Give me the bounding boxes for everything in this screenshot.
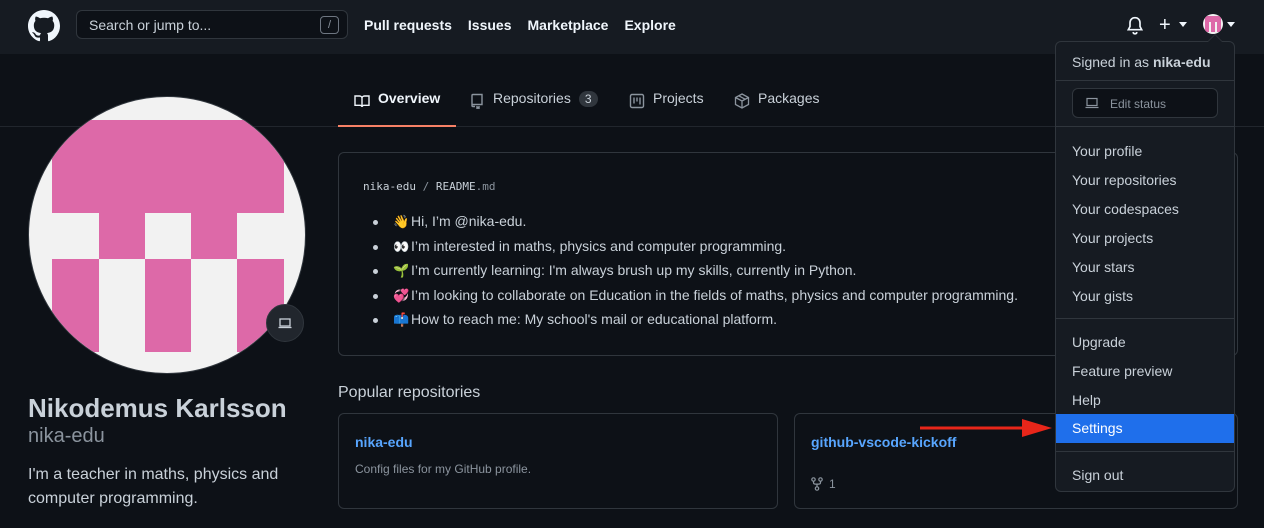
hearts-emoji-icon: 💞️ [393, 287, 410, 303]
list-item-text: I’m looking to collaborate on Education … [411, 286, 1018, 303]
eyes-emoji-icon: 👀 [393, 238, 410, 254]
search-placeholder: Search or jump to... [89, 17, 212, 33]
wave-emoji-icon: 👋 [393, 214, 410, 229]
search-input[interactable]: Search or jump to... / [76, 10, 348, 39]
laptop-icon [278, 318, 292, 329]
fork-count: 1 [829, 477, 836, 491]
seedling-emoji-icon: 🌱 [393, 263, 410, 278]
tab-overview[interactable]: Overview [337, 90, 457, 127]
signed-in-as: Signed in as nika-edu [1072, 54, 1211, 70]
repo-description: Config files for my GitHub profile. [355, 462, 532, 476]
repo-forks[interactable]: 1 [811, 477, 836, 491]
menu-item-your-stars[interactable]: Your stars [1056, 253, 1234, 282]
nav-pull-requests[interactable]: Pull requests [364, 17, 452, 33]
bell-icon[interactable] [1126, 16, 1144, 36]
edit-status-button[interactable]: Edit status [1072, 88, 1218, 118]
signed-in-user: nika-edu [1152, 54, 1211, 70]
avatar-caret-icon[interactable] [1227, 22, 1235, 27]
menu-divider [1056, 318, 1234, 319]
fork-icon [811, 477, 823, 491]
readme-file[interactable]: README [436, 180, 476, 193]
set-status-button[interactable] [266, 304, 304, 342]
repo-card: nika-edu Config files for my GitHub prof… [338, 413, 778, 509]
header-nav: Pull requests Issues Marketplace Explore [364, 17, 676, 33]
menu-item-your-profile[interactable]: Your profile [1056, 137, 1234, 166]
nav-issues[interactable]: Issues [468, 17, 512, 33]
plus-icon[interactable]: + [1159, 15, 1171, 35]
menu-item-your-gists[interactable]: Your gists [1056, 282, 1234, 311]
readme-path[interactable]: nika-edu / README.md [363, 180, 495, 193]
signed-in-prefix: Signed in as [1072, 54, 1150, 70]
book-icon [354, 95, 370, 108]
menu-divider [1056, 451, 1234, 452]
menu-item-your-projects[interactable]: Your projects [1056, 224, 1234, 253]
profile-avatar[interactable] [28, 96, 306, 374]
red-arrow-annotation [920, 419, 1052, 437]
laptop-icon [1085, 97, 1099, 109]
tab-packages-label: Packages [758, 90, 820, 106]
list-item: 👋 Hi, I’m @nika-edu. [373, 213, 1018, 238]
list-item-text: How to reach me: My school's mail or edu… [411, 311, 778, 327]
profile-username: nika-edu [28, 425, 105, 447]
readme-separator: / [422, 180, 430, 193]
list-item-text: I’m interested in maths, physics and com… [411, 237, 787, 254]
mailbox-emoji-icon: 📫 [393, 312, 410, 327]
list-item-text: Hi, I’m @nika-edu. [411, 213, 527, 229]
list-item: 👀 I’m interested in maths, physics and co… [373, 238, 1018, 263]
profile-bio: I'm a teacher in maths, physics and comp… [28, 466, 279, 507]
readme-ext: .md [475, 180, 496, 193]
menu-divider [1056, 80, 1234, 81]
list-item-text: I’m currently learning: I'm always brush… [411, 262, 857, 278]
tab-overview-label: Overview [378, 90, 441, 106]
list-item: 💞️ I’m looking to collaborate on Educatio… [373, 287, 1018, 312]
menu-item-sign-out[interactable]: Sign out [1056, 461, 1234, 490]
package-icon [734, 93, 750, 109]
list-item: 📫 How to reach me: My school's mail or ed… [373, 311, 1018, 336]
list-item: 🌱 I’m currently learning: I'm always brus… [373, 262, 1018, 287]
readme-owner[interactable]: nika-edu [363, 180, 416, 193]
nav-explore[interactable]: Explore [624, 17, 675, 33]
github-logo-icon[interactable] [28, 10, 60, 42]
user-dropdown-menu: Signed in as nika-edu Edit status Your p… [1055, 34, 1235, 492]
tab-projects-label: Projects [653, 90, 704, 106]
repo-icon [471, 93, 483, 109]
profile-full-name: Nikodemus Karlsson [28, 393, 287, 423]
tab-packages[interactable]: Packages [734, 90, 819, 126]
menu-divider [1056, 126, 1234, 127]
popular-repositories-heading: Popular repositories [338, 384, 481, 401]
nav-marketplace[interactable]: Marketplace [528, 17, 609, 33]
menu-item-settings[interactable]: Settings [1056, 414, 1234, 443]
menu-item-your-codespaces[interactable]: Your codespaces [1056, 195, 1234, 224]
tab-repositories[interactable]: Repositories 3 [469, 90, 598, 126]
search-shortcut-key: / [320, 16, 339, 34]
edit-status-label: Edit status [1110, 97, 1167, 111]
project-icon [629, 93, 645, 109]
menu-item-feature-preview[interactable]: Feature preview [1056, 357, 1234, 386]
menu-item-your-repositories[interactable]: Your repositories [1056, 166, 1234, 195]
tab-projects[interactable]: Projects [629, 90, 704, 126]
readme-list: 👋 Hi, I’m @nika-edu. 👀 I’m interested in m… [373, 213, 1018, 336]
repo-link[interactable]: nika-edu [355, 434, 413, 450]
menu-item-upgrade[interactable]: Upgrade [1056, 328, 1234, 357]
menu-item-help[interactable]: Help [1056, 386, 1234, 415]
header-avatar[interactable] [1203, 14, 1223, 34]
plus-caret-icon[interactable] [1179, 22, 1187, 27]
tab-repositories-label: Repositories [493, 90, 571, 106]
repositories-count-badge: 3 [578, 91, 598, 107]
